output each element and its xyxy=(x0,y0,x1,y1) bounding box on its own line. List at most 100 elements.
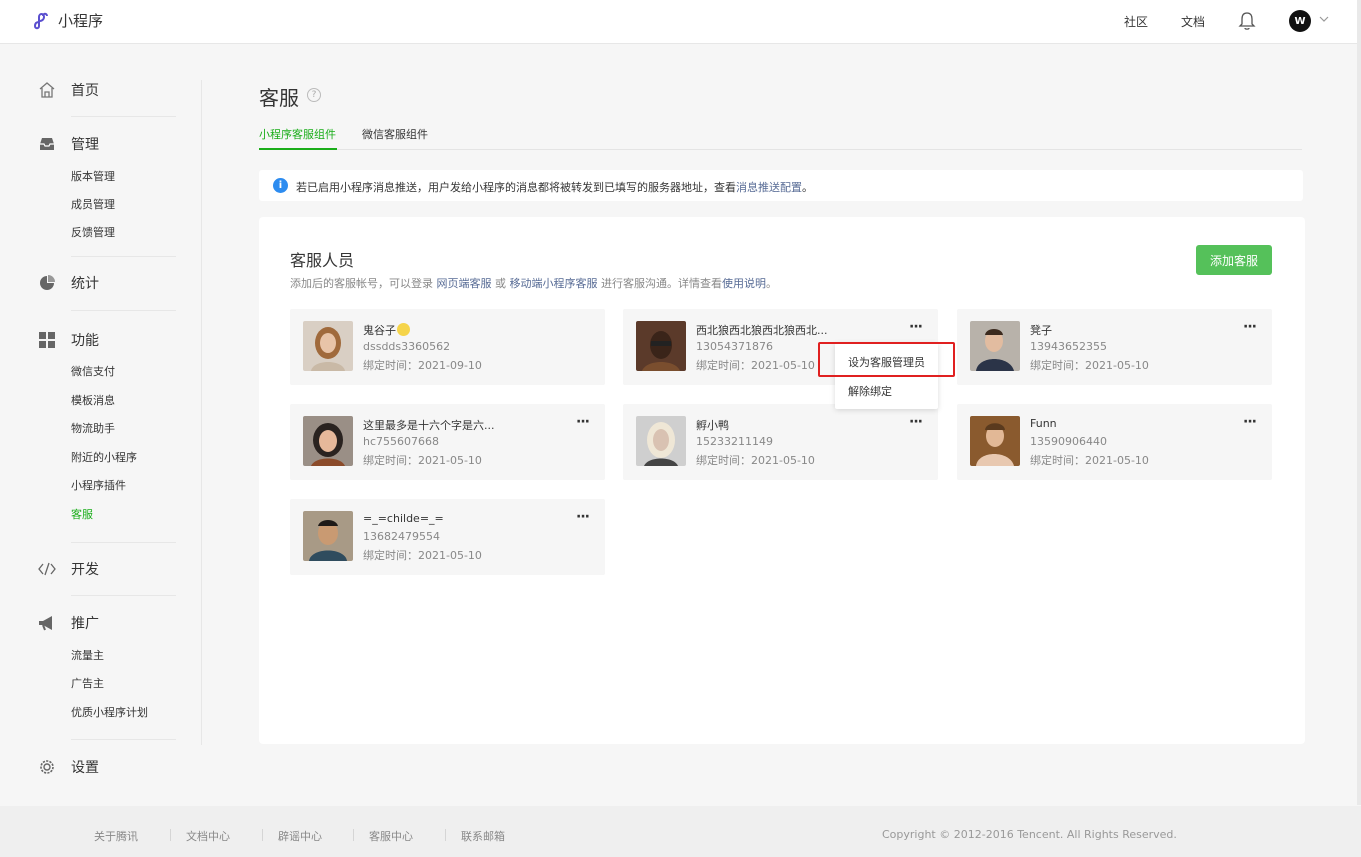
notice-banner: i 若已启用小程序消息推送，用户发给小程序的消息都将被转发到已填写的服务器地址，… xyxy=(259,170,1303,201)
tab-wechat-cs[interactable]: 微信客服组件 xyxy=(362,126,428,142)
footer-link-about[interactable]: 关于腾讯 xyxy=(94,828,138,844)
more-options-button[interactable]: ··· xyxy=(909,319,923,335)
sidebar-item-stats[interactable]: 统计 xyxy=(38,273,99,293)
cs-account: dssdds3360562 xyxy=(363,340,451,353)
help-icon[interactable]: ? xyxy=(307,88,321,102)
app-name: 小程序 xyxy=(58,12,104,30)
cs-card: 孵小鸭 15233211149 绑定时间：2021-05-10 ··· xyxy=(623,404,938,480)
desc-text: 或 xyxy=(491,277,510,290)
avatar xyxy=(636,416,686,466)
desc-text: 添加后的客服帐号，可以登录 xyxy=(290,277,437,290)
cs-name: 凳子 xyxy=(1030,324,1052,337)
cs-name: 孵小鸭 xyxy=(696,419,729,432)
cs-bind-time: 绑定时间：2021-05-10 xyxy=(363,454,482,467)
cs-bind-time: 绑定时间：2021-09-10 xyxy=(363,359,482,372)
footer-separator xyxy=(262,829,263,841)
more-options-button[interactable]: ··· xyxy=(1243,319,1257,335)
sidebar-item-home[interactable]: 首页 xyxy=(38,80,99,100)
sidebar-item-wechat-pay[interactable]: 微信支付 xyxy=(71,363,115,379)
sidebar-item-plugins[interactable]: 小程序插件 xyxy=(71,477,126,493)
home-icon xyxy=(38,81,56,99)
footer: 关于腾讯 文档中心 辟谣中心 客服中心 联系邮箱 Copyright © 201… xyxy=(0,806,1361,857)
footer-link-support[interactable]: 客服中心 xyxy=(369,828,413,844)
sidebar-item-settings[interactable]: 设置 xyxy=(38,757,99,777)
sidebar-label-settings: 设置 xyxy=(71,760,99,776)
sidebar-item-customer-service[interactable]: 客服 xyxy=(71,506,93,522)
sidebar-divider xyxy=(71,256,176,257)
sidebar-item-members[interactable]: 成员管理 xyxy=(71,196,115,212)
chevron-down-icon[interactable] xyxy=(1319,14,1329,24)
cs-name: 这里最多是十六个字是六... xyxy=(363,419,495,432)
unbind-menu-item[interactable]: 解除绑定 xyxy=(848,383,892,399)
usage-guide-link[interactable]: 使用说明 xyxy=(722,277,766,290)
copyright: Copyright © 2012-2016 Tencent. All Right… xyxy=(882,828,1177,841)
footer-separator xyxy=(170,829,171,841)
cs-card: 鬼谷子 dssdds3360562 绑定时间：2021-09-10 xyxy=(290,309,605,385)
sidebar-divider xyxy=(201,80,202,745)
sidebar-item-nearby[interactable]: 附近的小程序 xyxy=(71,449,137,465)
cs-account: 15233211149 xyxy=(696,435,773,448)
sidebar-item-traffic[interactable]: 流量主 xyxy=(71,647,104,663)
more-options-button[interactable]: ··· xyxy=(576,509,590,525)
avatar xyxy=(303,416,353,466)
docs-link[interactable]: 文档 xyxy=(1181,13,1205,30)
cs-account: 13590906440 xyxy=(1030,435,1107,448)
cs-card: Funn 13590906440 绑定时间：2021-05-10 ··· xyxy=(957,404,1272,480)
miniprogram-logo-icon xyxy=(34,12,48,29)
notice-text: 若已启用小程序消息推送，用户发给小程序的消息都将被转发到已填写的服务器地址，查看… xyxy=(296,179,813,195)
cs-staff-panel: 客服人员 添加后的客服帐号，可以登录 网页端客服 或 移动端小程序客服 进行客服… xyxy=(259,217,1305,744)
emoji-icon xyxy=(397,323,410,336)
mobile-cs-link[interactable]: 移动端小程序客服 xyxy=(510,277,598,290)
sidebar-item-features[interactable]: 功能 xyxy=(38,330,99,350)
logo[interactable]: 小程序 xyxy=(31,10,103,31)
web-cs-link[interactable]: 网页端客服 xyxy=(437,277,492,290)
sidebar-item-logistics[interactable]: 物流助手 xyxy=(71,420,115,436)
code-icon xyxy=(38,560,56,578)
more-options-button[interactable]: ··· xyxy=(1243,414,1257,430)
sidebar-label-stats: 统计 xyxy=(71,276,99,292)
footer-separator xyxy=(445,829,446,841)
footer-link-rumor[interactable]: 辟谣中心 xyxy=(278,828,322,844)
more-options-button[interactable]: ··· xyxy=(909,414,923,430)
avatar xyxy=(970,416,1020,466)
cs-bind-time: 绑定时间：2021-05-10 xyxy=(1030,454,1149,467)
cs-card: =_=childe=_= 13682479554 绑定时间：2021-05-10… xyxy=(290,499,605,575)
tab-miniprogram-cs[interactable]: 小程序客服组件 xyxy=(259,126,336,142)
sidebar-item-promote[interactable]: 推广 xyxy=(38,613,99,633)
add-cs-button[interactable]: 添加客服 xyxy=(1196,245,1272,275)
scrollbar[interactable] xyxy=(1357,0,1361,805)
avatar xyxy=(303,511,353,561)
cs-name: 鬼谷子 xyxy=(363,322,410,338)
more-options-button[interactable]: ··· xyxy=(576,414,590,430)
sidebar-label-manage: 管理 xyxy=(71,137,99,153)
avatar xyxy=(970,321,1020,371)
sidebar-item-version[interactable]: 版本管理 xyxy=(71,168,115,184)
cs-account: 13054371876 xyxy=(696,340,773,353)
sidebar-item-quality-plan[interactable]: 优质小程序计划 xyxy=(71,704,148,720)
sidebar-divider xyxy=(71,310,176,311)
cs-bind-time: 绑定时间：2021-05-10 xyxy=(696,454,815,467)
tab-divider xyxy=(259,149,1302,150)
cs-name: Funn xyxy=(1030,417,1057,430)
sidebar-divider xyxy=(71,542,176,543)
bell-icon[interactable] xyxy=(1238,11,1256,31)
footer-link-docs[interactable]: 文档中心 xyxy=(186,828,230,844)
cs-card: 这里最多是十六个字是六... hc755607668 绑定时间：2021-05-… xyxy=(290,404,605,480)
sidebar-label-home: 首页 xyxy=(71,83,99,99)
sidebar-divider xyxy=(71,595,176,596)
avatar xyxy=(303,321,353,371)
user-avatar[interactable]: W xyxy=(1289,10,1311,32)
panel-title: 客服人员 xyxy=(290,251,355,270)
sidebar-item-develop[interactable]: 开发 xyxy=(38,559,99,579)
cs-bind-time: 绑定时间：2021-05-10 xyxy=(363,549,482,562)
footer-link-email[interactable]: 联系邮箱 xyxy=(461,828,505,844)
notice-body: 若已启用小程序消息推送，用户发给小程序的消息都将被转发到已填写的服务器地址，查看 xyxy=(296,181,736,194)
community-link[interactable]: 社区 xyxy=(1124,13,1148,30)
panel-description: 添加后的客服帐号，可以登录 网页端客服 或 移动端小程序客服 进行客服沟通。详情… xyxy=(290,275,777,291)
sidebar-item-advertiser[interactable]: 广告主 xyxy=(71,675,104,691)
cs-account: 13682479554 xyxy=(363,530,440,543)
sidebar-item-manage[interactable]: 管理 xyxy=(38,134,99,154)
sidebar-item-template-msg[interactable]: 模板消息 xyxy=(71,392,115,408)
sidebar-item-feedback[interactable]: 反馈管理 xyxy=(71,224,115,240)
push-config-link[interactable]: 消息推送配置 xyxy=(736,181,802,194)
